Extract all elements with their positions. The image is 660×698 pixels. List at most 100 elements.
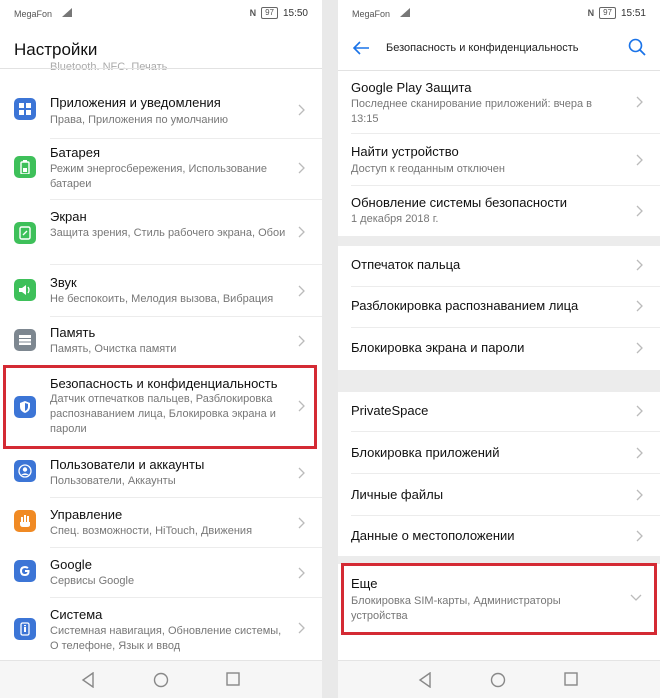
chevron-right-icon: [636, 259, 643, 271]
chevron-right-icon: [636, 447, 643, 459]
clock: 15:51: [620, 7, 646, 19]
chevron-right-icon: [298, 622, 305, 634]
chevron-right-icon: [298, 467, 305, 479]
header-divider: [338, 70, 660, 71]
chevron-right-icon: [298, 226, 305, 238]
item-divider: [351, 473, 660, 474]
settings-item-title: Звук: [50, 275, 77, 290]
security-item-title: Разблокировка распознаванием лица: [351, 298, 579, 313]
security-item-fingerprint[interactable]: Отпечаток пальца: [338, 246, 660, 286]
settings-item-storage[interactable]: Память Память, Очистка памяти: [0, 324, 322, 364]
security-item-location[interactable]: Данные о местоположении: [338, 518, 660, 558]
security-item-title: Обновление системы безопасности: [351, 195, 568, 210]
chevron-right-icon: [298, 104, 305, 116]
security-item-face-unlock[interactable]: Разблокировка распознаванием лица: [338, 288, 660, 328]
settings-item-display[interactable]: Экран Защита зрения, Стиль рабочего экра…: [0, 208, 322, 262]
security-item-title: Найти устройство: [351, 144, 459, 159]
clock: 15:50: [282, 7, 308, 19]
nfc-icon: N: [587, 8, 595, 18]
security-item-title: Блокировка приложений: [351, 445, 500, 460]
item-divider: [351, 515, 660, 516]
highlight-box: [341, 563, 657, 635]
battery-icon: 97: [261, 7, 278, 19]
recents-nav-icon[interactable]: [564, 672, 578, 686]
display-icon: [14, 222, 36, 244]
recents-nav-icon[interactable]: [226, 672, 240, 686]
chevron-right-icon: [636, 489, 643, 501]
settings-item-subtitle: Пользователи, Аккаунты: [50, 475, 176, 487]
settings-item-subtitle: Не беспокоить, Мелодия вызова, Вибрация: [50, 293, 274, 305]
chevron-right-icon: [636, 342, 643, 354]
chevron-right-icon: [636, 205, 643, 217]
security-item-app-lock[interactable]: Блокировка приложений: [338, 434, 660, 474]
item-divider: [50, 199, 322, 200]
back-nav-icon[interactable]: [81, 672, 95, 688]
navigation-bar: [0, 660, 322, 698]
navigation-bar: [338, 660, 660, 698]
carrier-name: MegaFon: [352, 9, 391, 19]
section-gap: [338, 236, 660, 246]
security-item-private-files[interactable]: Личные файлы: [338, 476, 660, 516]
search-icon[interactable]: [628, 38, 646, 56]
back-arrow-icon[interactable]: [352, 40, 370, 56]
settings-item-system[interactable]: Система Системная навигация, Обновление …: [0, 606, 322, 658]
speaker-icon: [14, 279, 36, 301]
app-bar: Безопасность и конфиденциальность: [338, 26, 660, 70]
security-item-screen-lock[interactable]: Блокировка экрана и пароли: [338, 330, 660, 370]
security-item-security-update[interactable]: Обновление системы безопасности 1 декабр…: [338, 195, 660, 231]
security-item-find-device[interactable]: Найти устройство Доступ к геоданным откл…: [338, 144, 660, 180]
item-divider: [50, 597, 322, 598]
settings-item-users[interactable]: Пользователи и аккаунты Пользователи, Ак…: [0, 456, 322, 496]
settings-screen: MegaFon N 97 15:50 Настройки Bluetooth, …: [0, 0, 322, 698]
hand-icon: [14, 510, 36, 532]
settings-item-subtitle: Режим энергосбережения, Использование ба…: [50, 163, 268, 190]
settings-item-google[interactable]: Google Сервисы Google: [0, 556, 322, 596]
security-item-privatespace[interactable]: PrivateSpace: [338, 392, 660, 432]
settings-item-title: Память: [50, 325, 96, 340]
status-bar: MegaFon N 97 15:50: [0, 0, 322, 26]
item-divider: [351, 133, 660, 134]
highlight-box: [3, 365, 317, 449]
chevron-right-icon: [298, 567, 305, 579]
battery-settings-icon: [14, 156, 36, 178]
page-title: Настройки: [14, 40, 98, 59]
settings-item-title: Управление: [50, 507, 123, 522]
security-item-play-protect[interactable]: Google Play Защита Последнее сканировани…: [338, 80, 660, 128]
item-divider: [351, 185, 660, 186]
storage-icon: [14, 329, 36, 351]
item-divider: [50, 138, 322, 139]
chevron-right-icon: [298, 162, 305, 174]
chevron-right-icon: [298, 335, 305, 347]
security-item-subtitle: Доступ к геоданным отключен: [351, 163, 505, 175]
signal-icon: [62, 8, 72, 17]
security-screen: MegaFon N 97 15:51 Безопасность и конфид…: [338, 0, 660, 698]
settings-item-sound[interactable]: Звук Не беспокоить, Мелодия вызова, Вибр…: [0, 274, 322, 314]
settings-item-apps[interactable]: Приложения и уведомления Права, Приложен…: [0, 94, 322, 140]
settings-item-subtitle: Спец. возможности, HiTouch, Движения: [50, 525, 253, 537]
security-item-title: PrivateSpace: [351, 403, 429, 418]
settings-item-battery[interactable]: Батарея Режим энергосбережения, Использо…: [0, 144, 322, 196]
settings-item-title: Экран: [50, 209, 87, 224]
header-divider: [0, 68, 322, 69]
section-gap: [338, 370, 660, 392]
settings-item-subtitle: Память, Очистка памяти: [50, 343, 177, 355]
item-divider: [351, 327, 660, 328]
settings-item-subtitle: Права, Приложения по умолчанию: [50, 114, 228, 126]
security-item-subtitle: 1 декабря 2018 г.: [351, 213, 439, 225]
home-nav-icon[interactable]: [490, 672, 506, 688]
settings-item-control[interactable]: Управление Спец. возможности, HiTouch, Д…: [0, 506, 322, 546]
chevron-right-icon: [636, 530, 643, 542]
settings-item-title: Система: [50, 607, 103, 622]
security-item-title: Данные о местоположении: [351, 528, 515, 543]
google-icon: [14, 560, 36, 582]
settings-item-subtitle: Системная навигация, Обновление системы,…: [50, 625, 282, 652]
item-divider: [50, 497, 322, 498]
chevron-right-icon: [636, 154, 643, 166]
item-divider: [50, 547, 322, 548]
chevron-right-icon: [298, 517, 305, 529]
back-nav-icon[interactable]: [418, 672, 432, 688]
status-bar: MegaFon N 97 15:51: [338, 0, 660, 26]
apps-grid-icon: [14, 98, 36, 120]
settings-item-title: Пользователи и аккаунты: [50, 457, 205, 472]
home-nav-icon[interactable]: [153, 672, 169, 688]
